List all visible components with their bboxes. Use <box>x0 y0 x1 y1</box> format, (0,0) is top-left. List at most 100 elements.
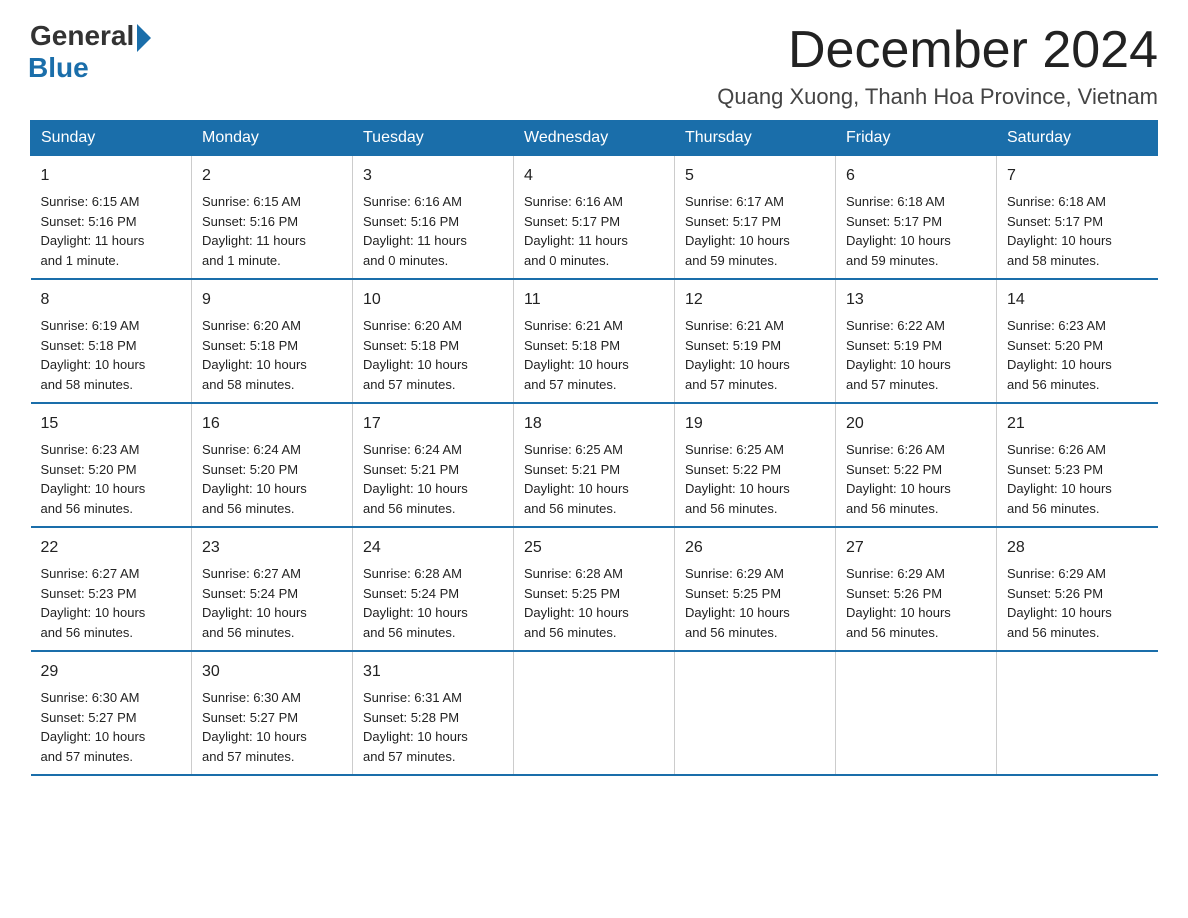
calendar-cell: 23 Sunrise: 6:27 AMSunset: 5:24 PMDayligh… <box>192 527 353 651</box>
day-number: 24 <box>363 536 503 560</box>
cell-info: Sunrise: 6:20 AMSunset: 5:18 PMDaylight:… <box>202 316 342 394</box>
header-sunday: Sunday <box>31 121 192 156</box>
day-number: 31 <box>363 660 503 684</box>
calendar-cell: 5 Sunrise: 6:17 AMSunset: 5:17 PMDaylight… <box>675 156 836 280</box>
day-number: 17 <box>363 412 503 436</box>
cell-info: Sunrise: 6:23 AMSunset: 5:20 PMDaylight:… <box>1007 316 1148 394</box>
calendar-cell: 11 Sunrise: 6:21 AMSunset: 5:18 PMDayligh… <box>514 279 675 403</box>
week-row-4: 22Sunrise: 6:27 AMSunset: 5:23 PMDayligh… <box>31 527 1158 651</box>
calendar-cell: 1 Sunrise: 6:15 AMSunset: 5:16 PMDaylight… <box>31 156 192 280</box>
calendar-cell <box>836 651 997 775</box>
calendar-header-row: SundayMondayTuesdayWednesdayThursdayFrid… <box>31 121 1158 156</box>
calendar-cell: 25 Sunrise: 6:28 AMSunset: 5:25 PMDayligh… <box>514 527 675 651</box>
title-section: December 2024 Quang Xuong, Thanh Hoa Pro… <box>717 20 1158 110</box>
header-monday: Monday <box>192 121 353 156</box>
day-number: 4 <box>524 164 664 188</box>
cell-info: Sunrise: 6:27 AMSunset: 5:24 PMDaylight:… <box>202 564 342 642</box>
cell-info: Sunrise: 6:15 AMSunset: 5:16 PMDaylight:… <box>202 192 342 270</box>
cell-info: Sunrise: 6:29 AMSunset: 5:25 PMDaylight:… <box>685 564 825 642</box>
calendar-cell: 20Sunrise: 6:26 AMSunset: 5:22 PMDayligh… <box>836 403 997 527</box>
calendar-cell: 13 Sunrise: 6:22 AMSunset: 5:19 PMDayligh… <box>836 279 997 403</box>
calendar-cell: 29 Sunrise: 6:30 AMSunset: 5:27 PMDayligh… <box>31 651 192 775</box>
header-tuesday: Tuesday <box>353 121 514 156</box>
cell-info: Sunrise: 6:24 AMSunset: 5:20 PMDaylight:… <box>202 440 342 518</box>
calendar-cell: 27 Sunrise: 6:29 AMSunset: 5:26 PMDayligh… <box>836 527 997 651</box>
cell-info: Sunrise: 6:21 AMSunset: 5:18 PMDaylight:… <box>524 316 664 394</box>
day-number: 9 <box>202 288 342 312</box>
cell-info: Sunrise: 6:31 AMSunset: 5:28 PMDaylight:… <box>363 688 503 766</box>
day-number: 23 <box>202 536 342 560</box>
day-number: 8 <box>41 288 182 312</box>
day-number: 26 <box>685 536 825 560</box>
calendar-cell: 14 Sunrise: 6:23 AMSunset: 5:20 PMDayligh… <box>997 279 1158 403</box>
day-number: 5 <box>685 164 825 188</box>
calendar-cell: 7 Sunrise: 6:18 AMSunset: 5:17 PMDaylight… <box>997 156 1158 280</box>
cell-info: Sunrise: 6:29 AMSunset: 5:26 PMDaylight:… <box>846 564 986 642</box>
day-number: 18 <box>524 412 664 436</box>
calendar-cell: 4Sunrise: 6:16 AMSunset: 5:17 PMDaylight… <box>514 156 675 280</box>
cell-info: Sunrise: 6:25 AMSunset: 5:21 PMDaylight:… <box>524 440 664 518</box>
calendar-cell: 22Sunrise: 6:27 AMSunset: 5:23 PMDayligh… <box>31 527 192 651</box>
calendar-cell: 30Sunrise: 6:30 AMSunset: 5:27 PMDayligh… <box>192 651 353 775</box>
cell-info: Sunrise: 6:25 AMSunset: 5:22 PMDaylight:… <box>685 440 825 518</box>
calendar-cell: 9 Sunrise: 6:20 AMSunset: 5:18 PMDaylight… <box>192 279 353 403</box>
week-row-1: 1 Sunrise: 6:15 AMSunset: 5:16 PMDaylight… <box>31 156 1158 280</box>
calendar-cell: 6 Sunrise: 6:18 AMSunset: 5:17 PMDaylight… <box>836 156 997 280</box>
logo-general-text: General <box>30 20 134 52</box>
header-saturday: Saturday <box>997 121 1158 156</box>
day-number: 22 <box>41 536 182 560</box>
day-number: 2 <box>202 164 342 188</box>
day-number: 6 <box>846 164 986 188</box>
cell-info: Sunrise: 6:18 AMSunset: 5:17 PMDaylight:… <box>1007 192 1148 270</box>
day-number: 3 <box>363 164 503 188</box>
calendar-cell: 17 Sunrise: 6:24 AMSunset: 5:21 PMDayligh… <box>353 403 514 527</box>
logo-arrow-icon <box>137 24 151 52</box>
calendar-cell: 26 Sunrise: 6:29 AMSunset: 5:25 PMDayligh… <box>675 527 836 651</box>
calendar-cell: 28 Sunrise: 6:29 AMSunset: 5:26 PMDayligh… <box>997 527 1158 651</box>
calendar-cell <box>997 651 1158 775</box>
calendar-cell <box>675 651 836 775</box>
calendar-cell: 8 Sunrise: 6:19 AMSunset: 5:18 PMDaylight… <box>31 279 192 403</box>
cell-info: Sunrise: 6:28 AMSunset: 5:24 PMDaylight:… <box>363 564 503 642</box>
day-number: 20 <box>846 412 986 436</box>
calendar-cell: 2 Sunrise: 6:15 AMSunset: 5:16 PMDaylight… <box>192 156 353 280</box>
cell-info: Sunrise: 6:15 AMSunset: 5:16 PMDaylight:… <box>41 192 182 270</box>
calendar-cell: 15 Sunrise: 6:23 AMSunset: 5:20 PMDayligh… <box>31 403 192 527</box>
cell-info: Sunrise: 6:22 AMSunset: 5:19 PMDaylight:… <box>846 316 986 394</box>
cell-info: Sunrise: 6:19 AMSunset: 5:18 PMDaylight:… <box>41 316 182 394</box>
header-wednesday: Wednesday <box>514 121 675 156</box>
week-row-5: 29 Sunrise: 6:30 AMSunset: 5:27 PMDayligh… <box>31 651 1158 775</box>
location-subtitle: Quang Xuong, Thanh Hoa Province, Vietnam <box>717 84 1158 110</box>
day-number: 16 <box>202 412 342 436</box>
calendar-cell: 16 Sunrise: 6:24 AMSunset: 5:20 PMDayligh… <box>192 403 353 527</box>
day-number: 21 <box>1007 412 1148 436</box>
logo: General Blue <box>30 20 151 84</box>
day-number: 1 <box>41 164 182 188</box>
day-number: 15 <box>41 412 182 436</box>
calendar-cell: 3Sunrise: 6:16 AMSunset: 5:16 PMDaylight… <box>353 156 514 280</box>
day-number: 13 <box>846 288 986 312</box>
header-thursday: Thursday <box>675 121 836 156</box>
logo-blue-text: Blue <box>28 52 89 84</box>
day-number: 14 <box>1007 288 1148 312</box>
cell-info: Sunrise: 6:30 AMSunset: 5:27 PMDaylight:… <box>41 688 182 766</box>
cell-info: Sunrise: 6:17 AMSunset: 5:17 PMDaylight:… <box>685 192 825 270</box>
calendar-cell: 19Sunrise: 6:25 AMSunset: 5:22 PMDayligh… <box>675 403 836 527</box>
day-number: 28 <box>1007 536 1148 560</box>
day-number: 12 <box>685 288 825 312</box>
day-number: 30 <box>202 660 342 684</box>
day-number: 11 <box>524 288 664 312</box>
week-row-3: 15 Sunrise: 6:23 AMSunset: 5:20 PMDayligh… <box>31 403 1158 527</box>
calendar-cell <box>514 651 675 775</box>
day-number: 29 <box>41 660 182 684</box>
cell-info: Sunrise: 6:29 AMSunset: 5:26 PMDaylight:… <box>1007 564 1148 642</box>
day-number: 7 <box>1007 164 1148 188</box>
cell-info: Sunrise: 6:21 AMSunset: 5:19 PMDaylight:… <box>685 316 825 394</box>
cell-info: Sunrise: 6:20 AMSunset: 5:18 PMDaylight:… <box>363 316 503 394</box>
day-number: 27 <box>846 536 986 560</box>
day-number: 25 <box>524 536 664 560</box>
cell-info: Sunrise: 6:28 AMSunset: 5:25 PMDaylight:… <box>524 564 664 642</box>
cell-info: Sunrise: 6:24 AMSunset: 5:21 PMDaylight:… <box>363 440 503 518</box>
cell-info: Sunrise: 6:18 AMSunset: 5:17 PMDaylight:… <box>846 192 986 270</box>
cell-info: Sunrise: 6:23 AMSunset: 5:20 PMDaylight:… <box>41 440 182 518</box>
